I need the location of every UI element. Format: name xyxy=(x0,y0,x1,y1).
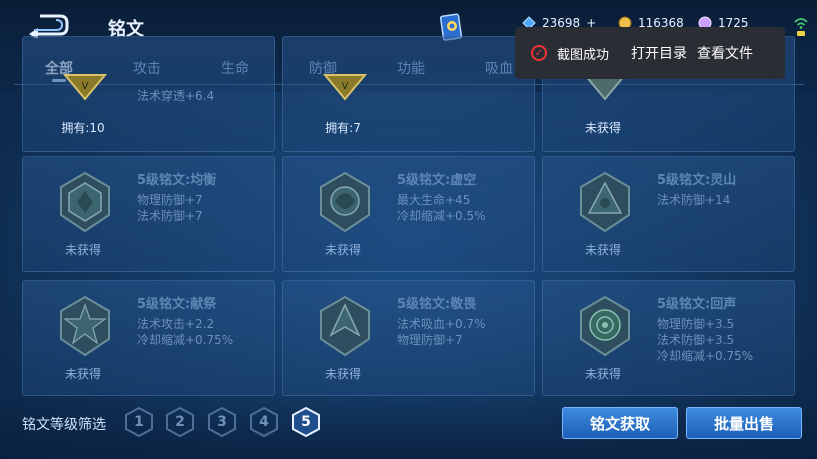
level-number: 5 xyxy=(301,414,311,430)
awe-emblem-icon xyxy=(320,295,370,357)
stat-line: 物理防御+7 xyxy=(137,193,203,207)
back-arrow-icon[interactable] xyxy=(26,12,70,38)
level-filter-2[interactable]: 2 xyxy=(165,406,195,438)
owned-count: 未获得 xyxy=(584,121,621,135)
svg-text:V: V xyxy=(82,81,89,92)
owned-status: 未获得 xyxy=(324,367,361,381)
inscription-card[interactable]: V 拥有:7 xyxy=(282,36,535,152)
level-filter-3[interactable]: 3 xyxy=(207,406,237,438)
inscription-card[interactable]: 5级铭文:均衡 物理防御+7 法术防御+7 未获得 xyxy=(22,156,275,272)
obtain-inscription-button[interactable]: 铭文获取 xyxy=(562,407,678,439)
level-filter-1[interactable]: 1 xyxy=(124,406,154,438)
inscription-name: 5级铭文:虚空 xyxy=(397,173,477,188)
level-filter-4[interactable]: 4 xyxy=(249,406,279,438)
wifi-signal-icon xyxy=(794,18,808,36)
inscription-card[interactable]: 5级铭文:虚空 最大生命+45 冷却缩减+0.5% 未获得 xyxy=(282,156,535,272)
stat-line: 法术攻击+2.2 xyxy=(137,317,215,331)
level-number: 4 xyxy=(259,414,269,430)
stat-line: 法术吸血+0.7% xyxy=(397,317,486,331)
check-circle-icon: ✓ xyxy=(531,45,547,61)
stat-line: 法术穿透+6.4 xyxy=(137,89,215,103)
stat-line: 冷却缩减+0.5% xyxy=(397,209,486,223)
owned-count: 拥有:10 xyxy=(61,121,105,135)
inscription-emblem-icon: V xyxy=(322,74,368,101)
stat-line: 物理防御+7 xyxy=(397,333,463,347)
inscription-grid: V 法术穿透+6.4 拥有:10 V 拥有:7 未获得 5级铭文:均衡 物理防御… xyxy=(22,36,797,396)
inscription-name: 5级铭文:灵山 xyxy=(657,173,737,188)
owned-status: 未获得 xyxy=(324,243,361,257)
stat-line: 法术防御+3.5 xyxy=(657,333,735,347)
level-number: 1 xyxy=(134,414,144,430)
void-emblem-icon xyxy=(320,171,370,233)
svg-text:V: V xyxy=(342,81,349,92)
stat-line: 冷却缩减+0.75% xyxy=(657,349,754,363)
inscription-card[interactable]: 5级铭文:灵山 法术防御+14 未获得 xyxy=(542,156,795,272)
view-file-link[interactable]: 查看文件 xyxy=(697,43,753,63)
inscription-card[interactable]: V 法术穿透+6.4 拥有:10 xyxy=(22,36,275,152)
owned-count: 拥有:7 xyxy=(325,121,361,135)
owned-status: 未获得 xyxy=(584,243,621,257)
inscription-name: 5级铭文:均衡 xyxy=(137,173,217,188)
inscription-card[interactable]: 5级铭文:回声 物理防御+3.5 法术防御+3.5 冷却缩减+0.75% 未获得 xyxy=(542,280,795,396)
owned-status: 未获得 xyxy=(64,243,101,257)
inscription-screen: 铭文 23698 + 116368 1725 V 法术穿透+6.4 拥有:10 … xyxy=(0,0,817,459)
inscription-card[interactable]: 5级铭文:献祭 法术攻击+2.2 冷却缩减+0.75% 未获得 xyxy=(22,280,275,396)
screenshot-toast: ✓ 截图成功 打开目录 查看文件 xyxy=(515,27,785,79)
owned-status: 未获得 xyxy=(64,367,101,381)
echo-emblem-icon xyxy=(580,295,630,357)
stat-line: 物理防御+3.5 xyxy=(657,317,735,331)
sacrifice-emblem-icon xyxy=(60,295,110,357)
level-number: 3 xyxy=(217,414,227,430)
level-number: 2 xyxy=(175,414,185,430)
level-filter-label: 铭文等级筛选 xyxy=(22,417,106,433)
inscription-name: 5级铭文:献祭 xyxy=(137,297,217,312)
inscription-emblem-icon: V xyxy=(62,74,108,101)
spirit-mountain-emblem-icon xyxy=(580,171,630,233)
bulk-sell-button[interactable]: 批量出售 xyxy=(686,407,802,439)
inscription-name: 5级铭文:敬畏 xyxy=(397,297,477,312)
inscription-card[interactable]: 5级铭文:敬畏 法术吸血+0.7% 物理防御+7 未获得 xyxy=(282,280,535,396)
bottom-bar: 铭文等级筛选 1 2 3 4 5 铭文获取 批量出售 xyxy=(0,390,817,459)
level-filter-5[interactable]: 5 xyxy=(291,406,321,438)
stat-line: 最大生命+45 xyxy=(397,193,471,207)
toast-message: 截图成功 xyxy=(557,47,610,63)
owned-status: 未获得 xyxy=(584,367,621,381)
stat-line: 冷却缩减+0.75% xyxy=(137,333,234,347)
balance-emblem-icon xyxy=(60,171,110,233)
stat-line: 法术防御+7 xyxy=(137,209,203,223)
stat-line: 法术防御+14 xyxy=(657,193,731,207)
inscription-name: 5级铭文:回声 xyxy=(657,297,737,312)
open-directory-link[interactable]: 打开目录 xyxy=(631,43,687,63)
